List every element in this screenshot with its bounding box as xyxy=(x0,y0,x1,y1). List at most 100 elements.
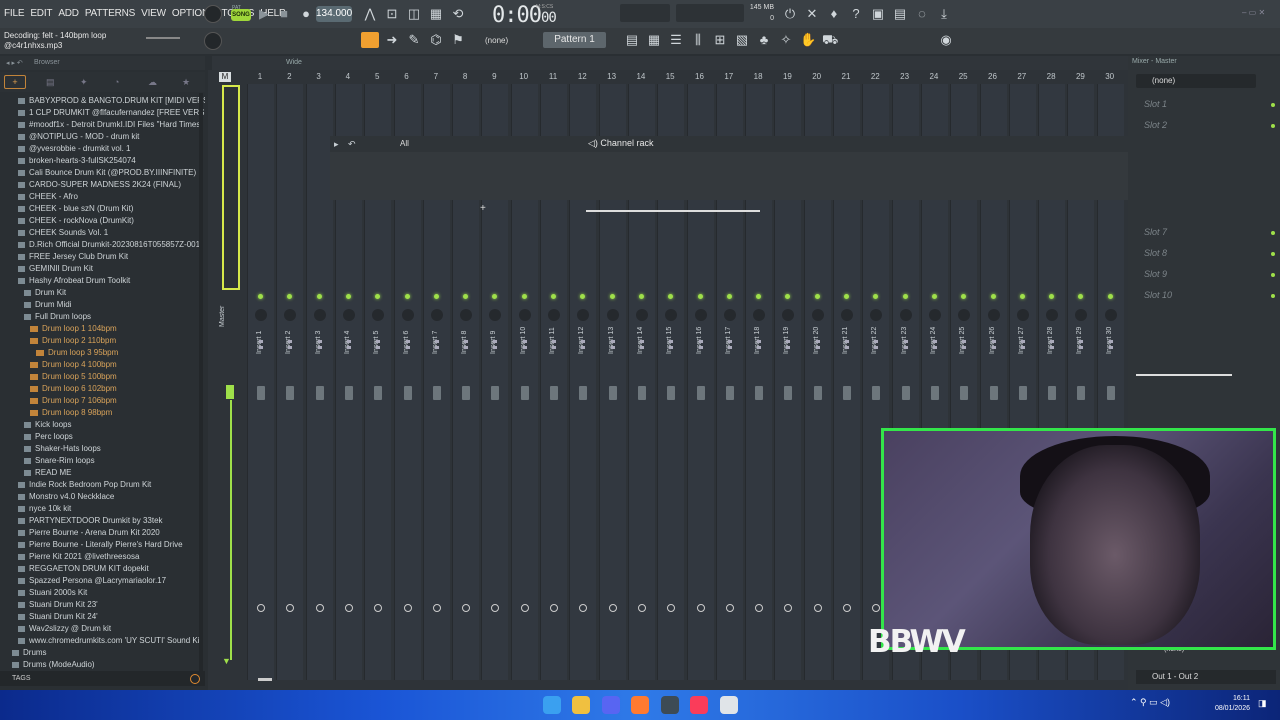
browser-item[interactable]: Kick loops xyxy=(0,419,71,431)
stereo-tick[interactable] xyxy=(874,346,879,349)
download-icon[interactable]: ⤓ xyxy=(936,6,952,22)
system-tray-icons[interactable]: ⌃ ⚲ ▭ ◁) xyxy=(1130,697,1170,708)
route-icon[interactable] xyxy=(784,604,793,612)
stereo-tick[interactable] xyxy=(669,340,674,343)
obs-icon[interactable] xyxy=(720,696,738,714)
insert-led[interactable] xyxy=(609,294,615,299)
pan-knob[interactable] xyxy=(1046,309,1059,321)
microphone-icon[interactable]: ♦ xyxy=(826,6,842,22)
touch-keyboard-icon[interactable]: ✧ xyxy=(778,32,794,48)
browser-item[interactable]: Drum loop 7 106bpm xyxy=(0,395,117,407)
master-fader[interactable] xyxy=(226,385,234,399)
volume-fader[interactable] xyxy=(315,386,324,400)
route-icon[interactable] xyxy=(520,604,529,612)
browser-nav-icons[interactable]: ◂ ▸ ↶ xyxy=(6,59,23,67)
stereo-tick[interactable] xyxy=(1108,346,1113,349)
mixer-icon[interactable]: ⫼ xyxy=(690,32,706,48)
stereo-tick[interactable] xyxy=(903,340,908,343)
main-volume-knob[interactable] xyxy=(204,5,222,23)
volume-fader[interactable] xyxy=(1018,386,1027,400)
channel-rack-icon[interactable]: ☰ xyxy=(668,32,684,48)
tempo-display[interactable]: 134.000 xyxy=(316,6,352,22)
route-icon[interactable] xyxy=(403,604,412,612)
browser-item[interactable]: Pierre Kit 2021 @livethreesosa xyxy=(0,551,139,563)
hint-slider[interactable] xyxy=(146,37,180,39)
pan-knob[interactable] xyxy=(518,309,531,321)
volume-fader[interactable] xyxy=(960,386,969,400)
play-icon[interactable]: ▶ xyxy=(256,6,272,22)
route-icon[interactable] xyxy=(257,604,265,612)
browser-item[interactable]: READ ME xyxy=(0,467,71,479)
stereo-tick[interactable] xyxy=(1020,346,1025,349)
stereo-tick[interactable] xyxy=(464,340,469,343)
browser-item[interactable]: Spazzed Persona @Lacrymariaolor.17 xyxy=(0,575,166,587)
stereo-tick[interactable] xyxy=(962,340,967,343)
slot-7-led[interactable] xyxy=(1271,231,1275,235)
preset-selector[interactable]: (none) xyxy=(485,36,508,45)
slot-9[interactable]: Slot 9 xyxy=(1144,269,1167,279)
link-icon[interactable]: ⌬ xyxy=(428,32,444,48)
taskbar-clock[interactable]: 16:11 08/01/2026 xyxy=(1196,694,1250,714)
stereo-tick[interactable] xyxy=(991,340,996,343)
route-icon[interactable] xyxy=(667,604,676,612)
insert-led[interactable] xyxy=(433,294,439,299)
browser-item[interactable]: FREE Jersey Club Drum Kit xyxy=(0,251,128,263)
stereo-tick[interactable] xyxy=(405,346,410,349)
menu-edit[interactable]: EDIT xyxy=(30,8,52,19)
browser-item[interactable]: PARTYNEXTDOOR Drumkit by 33tek xyxy=(0,515,163,527)
stereo-tick[interactable] xyxy=(405,340,410,343)
master-arrow-icon[interactable]: ▼ xyxy=(222,656,231,666)
volume-fader[interactable] xyxy=(1106,386,1115,400)
browser-item[interactable]: Pierre Bourne - Arena Drum Kit 2020 xyxy=(0,527,160,539)
pan-knob[interactable] xyxy=(255,309,267,321)
slot-2[interactable]: Slot 2 xyxy=(1144,120,1167,130)
pan-knob[interactable] xyxy=(313,309,326,321)
browser-item[interactable]: CHEEK - rockNova (DrumKit) xyxy=(0,215,134,227)
rack-filter[interactable]: All xyxy=(400,139,409,148)
volume-fader[interactable] xyxy=(491,386,500,400)
add-channel-icon[interactable]: + xyxy=(480,203,486,214)
stereo-tick[interactable] xyxy=(581,346,586,349)
stereo-tick[interactable] xyxy=(552,346,556,349)
pan-knob[interactable] xyxy=(987,309,1000,321)
slot-10-led[interactable] xyxy=(1271,294,1275,298)
browser-item[interactable]: Drum Midi xyxy=(0,299,71,311)
brush-icon[interactable]: ✎ xyxy=(406,32,422,48)
insert-led[interactable] xyxy=(1107,294,1113,299)
stereo-tick[interactable] xyxy=(639,340,644,343)
insert-led[interactable] xyxy=(990,294,996,299)
stereo-tick[interactable] xyxy=(786,346,791,349)
wait-record-icon[interactable]: ⊡ xyxy=(384,6,400,22)
browser-item[interactable]: Shaker-Hats loops xyxy=(0,443,101,455)
window-controls[interactable]: – ▭ ✕ xyxy=(1242,8,1265,17)
stereo-tick[interactable] xyxy=(581,340,586,343)
countdown-icon[interactable]: ◫ xyxy=(406,6,422,22)
stereo-tick[interactable] xyxy=(464,346,469,349)
menu-view[interactable]: VIEW xyxy=(141,8,166,19)
browser-item[interactable]: Drum loop 3 95bpm xyxy=(0,347,118,359)
route-icon[interactable] xyxy=(315,604,324,612)
route-icon[interactable] xyxy=(725,604,734,612)
volume-fader[interactable] xyxy=(579,386,588,400)
stereo-tick[interactable] xyxy=(815,346,820,349)
stereo-tick[interactable] xyxy=(991,346,996,349)
slot-2-led[interactable] xyxy=(1271,124,1275,128)
browser-item[interactable]: @NOTIPLUG - MOD - drum kit xyxy=(0,131,139,143)
all-tab[interactable]: + xyxy=(4,75,26,89)
browser-item[interactable]: BABYXPROD & BANGTO.DRUM KIT [MIDI VERSIO… xyxy=(0,95,205,107)
pan-knob[interactable] xyxy=(811,309,824,321)
volume-fader[interactable] xyxy=(403,386,412,400)
route-icon[interactable] xyxy=(550,604,558,612)
cart-icon[interactable]: ⛟ xyxy=(822,32,838,48)
browser-item[interactable]: CHEEK Sounds Vol. 1 xyxy=(0,227,108,239)
route-icon[interactable] xyxy=(696,604,705,612)
volume-fader[interactable] xyxy=(696,386,705,400)
favorites-tab-icon[interactable]: ★ xyxy=(182,77,190,88)
browser-item[interactable]: REGGAETON DRUM KIT dopekit xyxy=(0,563,149,575)
volume-fader[interactable] xyxy=(725,386,734,400)
stereo-tick[interactable] xyxy=(786,340,791,343)
insert-led[interactable] xyxy=(551,294,556,299)
plugin-icon[interactable]: ▤ xyxy=(892,6,908,22)
browser-item[interactable]: CHEEK - Afro xyxy=(0,191,78,203)
volume-fader[interactable] xyxy=(520,386,529,400)
